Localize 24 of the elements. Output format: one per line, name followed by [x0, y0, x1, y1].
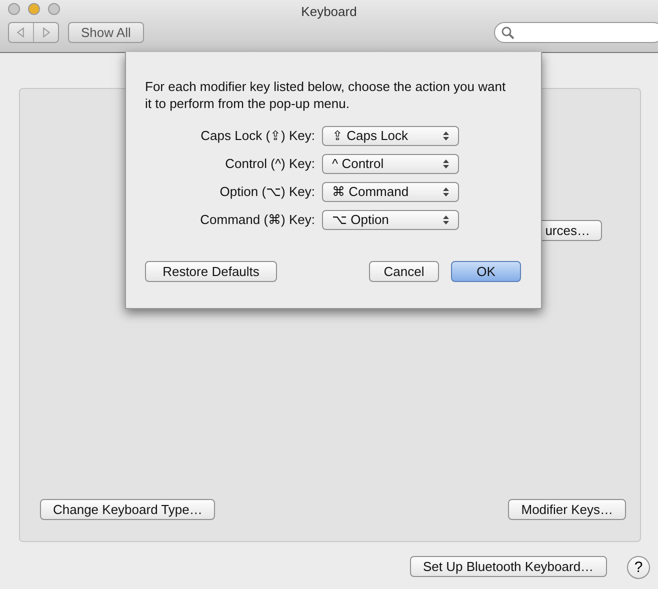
key-label: Option (⌥) Key: [218, 183, 316, 202]
change-keyboard-type-button[interactable]: Change Keyboard Type… [40, 499, 216, 520]
modifier-popup[interactable]: ^ Control [322, 154, 459, 174]
modifier-popup[interactable]: ⌥ Option [322, 210, 459, 230]
key-label: Command (⌘) Key: [199, 211, 316, 230]
instruction-text: For each modifier key listed below, choose the action you want it to perform from the pop-up menu. [145, 78, 507, 112]
show-all-button[interactable]: Show All [68, 22, 144, 43]
restore-defaults-button[interactable]: Restore Defaults [145, 261, 277, 282]
modifier-popup[interactable]: ⇪ Caps Lock [322, 126, 459, 146]
back-forward-control[interactable] [8, 22, 59, 43]
modifier-keys-button[interactable]: Modifier Keys… [508, 499, 626, 520]
help-button[interactable]: ? [627, 556, 650, 579]
ok-button[interactable]: OK [451, 261, 521, 282]
search-field[interactable] [494, 22, 658, 43]
minimize-button[interactable] [28, 3, 40, 15]
close-button[interactable] [8, 3, 20, 15]
key-label: Control (^) Key: [224, 155, 316, 174]
window-title: Keyboard [301, 3, 357, 21]
cancel-button[interactable]: Cancel [369, 261, 439, 282]
key-label: Caps Lock (⇪) Key: [200, 127, 316, 146]
search-icon [501, 26, 515, 40]
bluetooth-setup-button[interactable]: Set Up Bluetooth Keyboard… [410, 556, 607, 577]
zoom-button[interactable] [48, 3, 60, 15]
modifier-popup[interactable]: ⌘ Command [322, 182, 459, 202]
